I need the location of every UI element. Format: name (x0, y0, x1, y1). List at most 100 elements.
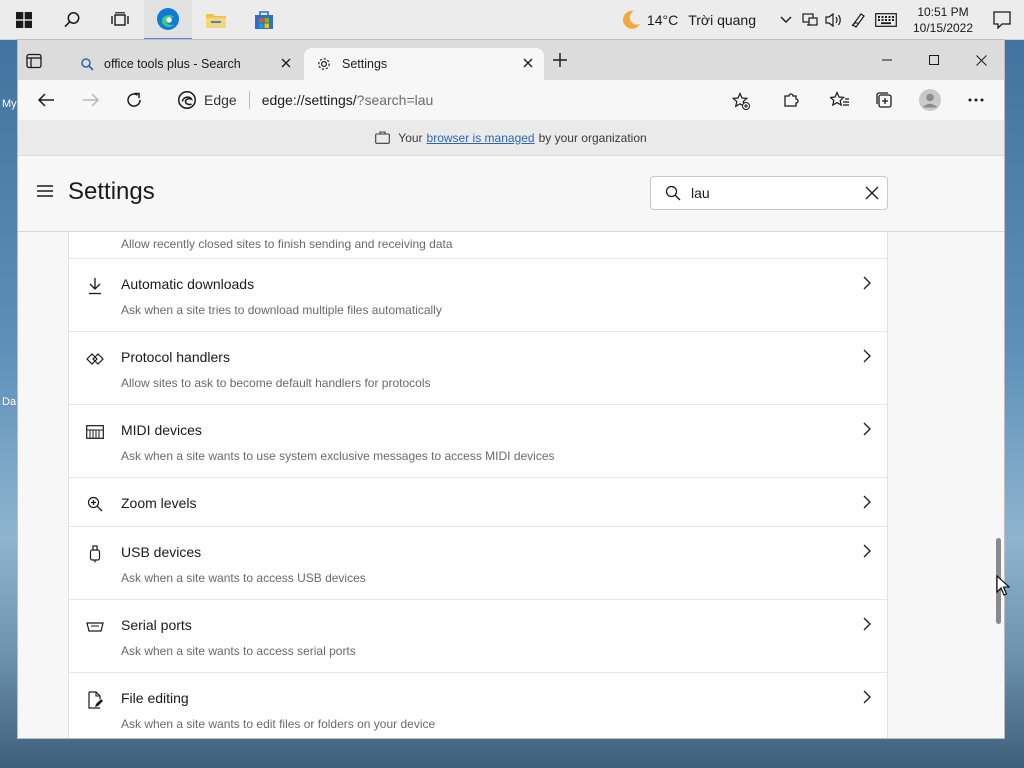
list-item-protocol-handlers[interactable]: Protocol handlers Allow sites to ask to … (69, 332, 887, 405)
weather-temperature[interactable]: 14°C (647, 12, 678, 28)
chevron-right-icon (863, 617, 871, 631)
tab-actions-icon[interactable] (26, 53, 42, 69)
system-tray: 14°C Trời quang 10:51 PM 10/15/2022 (619, 0, 1024, 40)
edge-browser-window: office tools plus - Search Settings Edge… (18, 40, 1004, 738)
settings-header: Settings (18, 156, 1004, 232)
list-item-file-editing[interactable]: File editing Ask when a site wants to ed… (69, 673, 887, 738)
site-identity-label[interactable]: Edge (204, 92, 237, 108)
maximize-button[interactable] (911, 50, 957, 70)
taskbar-clock[interactable]: 10:51 PM 10/15/2022 (906, 4, 980, 36)
add-favorite-icon[interactable] (732, 92, 750, 110)
keyboard-icon[interactable] (870, 0, 902, 40)
infobar-prefix: Your (398, 130, 423, 145)
setting-description: Ask when a site wants to edit files or f… (121, 717, 436, 731)
profile-button[interactable] (918, 88, 942, 112)
clock-time: 10:51 PM (917, 5, 969, 19)
network-icon[interactable] (798, 0, 822, 40)
setting-title: Protocol handlers (121, 349, 230, 365)
chevron-up-icon[interactable] (774, 0, 798, 40)
browser-managed-link[interactable]: browser is managed (427, 131, 535, 145)
desktop-icon-label[interactable]: Da (2, 396, 16, 408)
browser-toolbar: Edge edge://settings/?search=lau (18, 80, 1004, 120)
tab-title: Settings (342, 57, 388, 71)
settings-content: Allow recently closed sites to finish se… (18, 232, 1004, 738)
settings-search-input[interactable] (691, 185, 851, 201)
task-view-button[interactable] (96, 0, 144, 40)
hamburger-menu-icon[interactable] (36, 184, 54, 198)
avatar (919, 89, 941, 111)
extensions-button[interactable] (779, 88, 803, 112)
list-item-zoom-levels[interactable]: Zoom levels (69, 478, 887, 527)
taskbar-file-explorer-button[interactable] (192, 0, 240, 40)
address-bar[interactable]: Edge edge://settings/?search=lau (164, 84, 760, 116)
list-item-usb-devices[interactable]: USB devices Ask when a site wants to acc… (69, 527, 887, 600)
serial-port-icon (85, 617, 105, 637)
chevron-right-icon (863, 544, 871, 558)
settings-search-box[interactable] (650, 176, 888, 210)
tab-title: office tools plus - Search (104, 57, 241, 71)
favorites-list-icon (830, 91, 850, 109)
list-item-serial-ports[interactable]: Serial ports Ask when a site wants to ac… (69, 600, 887, 673)
edge-logo-icon (156, 7, 180, 31)
close-tab-icon[interactable] (522, 57, 534, 69)
file-edit-icon (85, 690, 105, 710)
minimize-button[interactable] (864, 50, 910, 70)
back-button[interactable] (34, 88, 58, 112)
notifications-icon[interactable] (980, 0, 1024, 40)
setting-title: MIDI devices (121, 422, 202, 438)
taskbar-edge-button[interactable] (144, 0, 192, 40)
more-dots-icon (968, 98, 984, 102)
usb-icon (85, 544, 105, 564)
collections-icon (875, 91, 893, 109)
chevron-right-icon (863, 349, 871, 363)
collections-button[interactable] (872, 88, 896, 112)
clock-date: 10/15/2022 (912, 21, 974, 35)
setting-description: Allow recently closed sites to finish se… (121, 237, 453, 251)
setting-title: USB devices (121, 544, 202, 560)
chevron-right-icon (863, 690, 871, 704)
pen-icon[interactable] (846, 0, 870, 40)
search-icon (665, 185, 681, 201)
close-tab-icon[interactable] (280, 57, 292, 69)
list-item-background-sync[interactable]: Allow recently closed sites to finish se… (69, 232, 887, 259)
tab-settings[interactable]: Settings (304, 48, 544, 80)
setting-description: Allow sites to ask to become default han… (121, 376, 431, 390)
weather-moon-icon[interactable] (619, 8, 643, 32)
setting-title: Automatic downloads (121, 276, 255, 292)
list-item-automatic-downloads[interactable]: Automatic downloads Ask when a site trie… (69, 259, 887, 332)
refresh-button[interactable] (122, 88, 146, 112)
store-icon (253, 9, 275, 31)
download-icon (85, 276, 105, 296)
maximize-icon (929, 55, 939, 65)
page-scrollbar[interactable] (994, 232, 1002, 738)
new-tab-icon[interactable] (552, 52, 568, 68)
windows-logo-icon (16, 11, 32, 28)
start-button[interactable] (0, 0, 48, 40)
setting-description: Ask when a site tries to download multip… (121, 303, 442, 317)
clear-search-icon[interactable] (865, 186, 879, 200)
weather-condition[interactable]: Trời quang (688, 12, 756, 28)
taskbar-store-button[interactable] (240, 0, 288, 40)
close-icon (975, 54, 987, 66)
zoom-icon (85, 494, 105, 514)
tab-search[interactable]: office tools plus - Search (68, 48, 302, 80)
taskbar-search-button[interactable] (48, 0, 96, 40)
url-host: edge://settings/ (261, 92, 357, 108)
url-text[interactable]: edge://settings/?search=lau (262, 92, 434, 108)
desktop-icon-label[interactable]: My (2, 98, 17, 110)
list-item-midi-devices[interactable]: MIDI devices Ask when a site wants to us… (69, 405, 887, 478)
tab-strip: office tools plus - Search Settings (18, 40, 1004, 80)
volume-icon[interactable] (822, 0, 846, 40)
url-query: ?search=lau (356, 92, 434, 108)
page-title: Settings (68, 178, 155, 205)
settings-more-button[interactable] (964, 88, 988, 112)
infobar-suffix: by your organization (538, 130, 647, 145)
forward-button[interactable] (79, 88, 103, 112)
favorites-button[interactable] (828, 88, 852, 112)
setting-description: Ask when a site wants to use system excl… (121, 449, 555, 463)
close-window-button[interactable] (958, 50, 1004, 70)
site-permissions-list: Allow recently closed sites to finish se… (68, 232, 888, 738)
edge-logo-icon (178, 91, 196, 109)
windows-taskbar: 14°C Trời quang 10:51 PM 10/15/2022 (0, 0, 1024, 40)
managed-browser-infobar: Your browser is managed by your organiza… (18, 120, 1004, 156)
